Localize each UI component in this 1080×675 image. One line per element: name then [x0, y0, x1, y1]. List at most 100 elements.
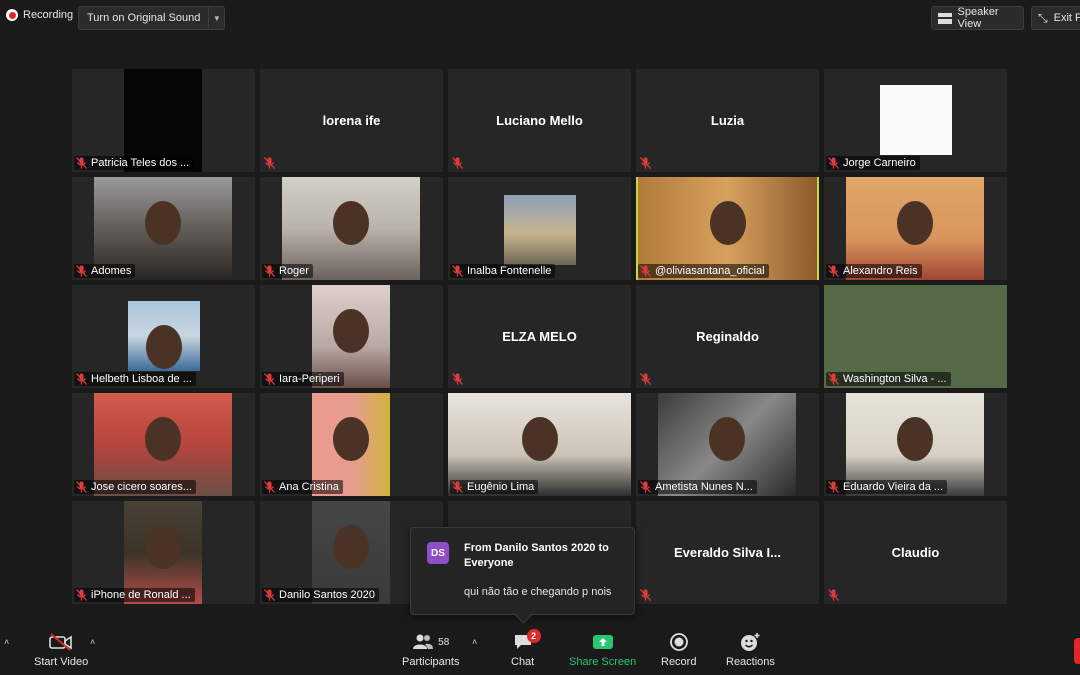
- original-sound-button[interactable]: Turn on Original Sound ▼: [78, 6, 226, 30]
- participant-label-bar: [638, 588, 655, 602]
- participant-name: Eugênio Lima: [467, 481, 535, 493]
- participant-name: iPhone de Ronald ...: [91, 589, 191, 601]
- muted-mic-icon: [264, 373, 275, 385]
- participant-name: Jose cicero soares...: [91, 481, 192, 493]
- muted-mic-icon: [452, 157, 463, 169]
- chat-icon: 2: [513, 629, 541, 653]
- participant-label-bar: Inalba Fontenelle: [450, 264, 556, 278]
- participant-display-name: Claudio: [891, 545, 940, 560]
- muted-mic-icon: [640, 481, 651, 493]
- muted-mic-icon: [828, 265, 839, 277]
- share-screen-label: Share Screen: [569, 656, 637, 668]
- participant-tile[interactable]: Ametista Nunes N...: [636, 393, 819, 496]
- exit-fullscreen-button[interactable]: ⤡ Exit F: [1031, 6, 1080, 30]
- participant-name: Patricia Teles dos ...: [91, 157, 190, 169]
- participant-display-name: Everaldo Silva I...: [674, 545, 781, 560]
- exit-fullscreen-label: Exit F: [1053, 12, 1080, 24]
- chat-notification[interactable]: DS From Danilo Santos 2020 to Everyone q…: [410, 527, 635, 615]
- participant-tile[interactable]: Claudio: [824, 501, 1007, 604]
- chevron-up-icon[interactable]: ˄: [472, 637, 477, 647]
- participant-tile[interactable]: Adomes: [72, 177, 255, 280]
- start-video-button[interactable]: Start Video: [34, 631, 88, 668]
- participant-tile[interactable]: ELZA MELO: [448, 285, 631, 388]
- participant-label-bar: [450, 156, 467, 170]
- record-dot-icon: [6, 9, 18, 21]
- participant-label-bar: [262, 156, 279, 170]
- participant-tile[interactable]: Eugênio Lima: [448, 393, 631, 496]
- speaker-view-button[interactable]: Speaker View: [931, 6, 1024, 30]
- participant-name: Ametista Nunes N...: [655, 481, 753, 493]
- participant-name: @oliviasantana_oficial: [655, 265, 765, 277]
- reactions-button[interactable]: Reactions: [726, 631, 775, 668]
- chat-button[interactable]: 2 Chat: [511, 629, 541, 668]
- participants-count: 58: [438, 636, 450, 648]
- participant-face: [333, 309, 369, 353]
- participant-label-bar: [638, 156, 655, 170]
- chevron-down-icon[interactable]: ▼: [208, 7, 224, 29]
- participant-tile[interactable]: Luciano Mello: [448, 69, 631, 172]
- participant-tile[interactable]: Helbeth Lisboa de ...: [72, 285, 255, 388]
- participant-tile[interactable]: Everaldo Silva I...: [636, 501, 819, 604]
- participants-button[interactable]: 58 Participants: [402, 631, 459, 668]
- participant-video: [504, 195, 576, 265]
- participant-tile[interactable]: Patricia Teles dos ...: [72, 69, 255, 172]
- muted-mic-icon: [76, 589, 87, 601]
- muted-mic-icon: [76, 265, 87, 277]
- participant-tile[interactable]: Iara-Periperi: [260, 285, 443, 388]
- participant-tile[interactable]: iPhone de Ronald ...: [72, 501, 255, 604]
- participant-label-bar: [450, 372, 467, 386]
- participant-tile[interactable]: Alexandro Reis: [824, 177, 1007, 280]
- participant-face: [333, 525, 369, 569]
- participant-face: [146, 325, 182, 369]
- participant-label-bar: Washington Silva - ...: [826, 372, 951, 386]
- participant-tile[interactable]: Luzia: [636, 69, 819, 172]
- muted-mic-icon: [828, 373, 839, 385]
- participant-tile[interactable]: Jose cicero soares...: [72, 393, 255, 496]
- end-meeting-button[interactable]: [1074, 638, 1080, 664]
- participant-tile[interactable]: Washington Silva - ...: [824, 285, 1007, 388]
- participant-face: [709, 417, 745, 461]
- participant-video: [880, 85, 952, 155]
- participant-display-name: ELZA MELO: [502, 329, 577, 344]
- participant-label-bar: @oliviasantana_oficial: [638, 264, 769, 278]
- participant-tile[interactable]: Inalba Fontenelle: [448, 177, 631, 280]
- participant-label-bar: Helbeth Lisboa de ...: [74, 372, 196, 386]
- participant-tile[interactable]: Eduardo Vieira da ...: [824, 393, 1007, 496]
- record-button[interactable]: Record: [661, 631, 696, 668]
- participant-face: [897, 201, 933, 245]
- participant-face: [145, 201, 181, 245]
- participant-display-name: Luciano Mello: [496, 113, 583, 128]
- participant-tile[interactable]: Roger: [260, 177, 443, 280]
- participant-label-bar: Jorge Carneiro: [826, 156, 920, 170]
- participant-name: Roger: [279, 265, 309, 277]
- recording-label: Recording: [23, 9, 74, 21]
- share-screen-icon: [592, 631, 614, 653]
- muted-mic-icon: [452, 481, 463, 493]
- speaker-view-label: Speaker View: [957, 6, 999, 30]
- participant-tile[interactable]: lorena ife: [260, 69, 443, 172]
- participant-name: Iara-Periperi: [279, 373, 340, 385]
- chevron-up-icon[interactable]: ˄: [4, 637, 9, 647]
- participant-label-bar: iPhone de Ronald ...: [74, 588, 195, 602]
- recording-indicator[interactable]: Recording: [6, 9, 73, 21]
- participant-face: [710, 201, 746, 245]
- sender-avatar: DS: [427, 542, 449, 564]
- participant-label-bar: Alexandro Reis: [826, 264, 922, 278]
- muted-mic-icon: [452, 265, 463, 277]
- participant-name: Alexandro Reis: [843, 265, 918, 277]
- participant-tile[interactable]: Reginaldo: [636, 285, 819, 388]
- chevron-up-icon[interactable]: ˄: [90, 637, 95, 647]
- participant-name: Ana Cristina: [279, 481, 339, 493]
- share-screen-button[interactable]: Share Screen: [569, 631, 636, 668]
- participant-face: [145, 525, 181, 569]
- participants-icon: 58: [412, 631, 449, 653]
- participant-label-bar: Iara-Periperi: [262, 372, 344, 386]
- participant-face: [522, 417, 558, 461]
- participant-tile[interactable]: @oliviasantana_oficial: [636, 177, 819, 280]
- participant-tile[interactable]: Jorge Carneiro: [824, 69, 1007, 172]
- record-icon: [669, 631, 689, 653]
- participant-label-bar: Patricia Teles dos ...: [74, 156, 194, 170]
- participant-tile[interactable]: Ana Cristina: [260, 393, 443, 496]
- chat-sender-line: From Danilo Santos 2020 to Everyone: [464, 542, 609, 569]
- top-bar: Recording Turn on Original Sound ▼ Speak…: [0, 0, 1080, 36]
